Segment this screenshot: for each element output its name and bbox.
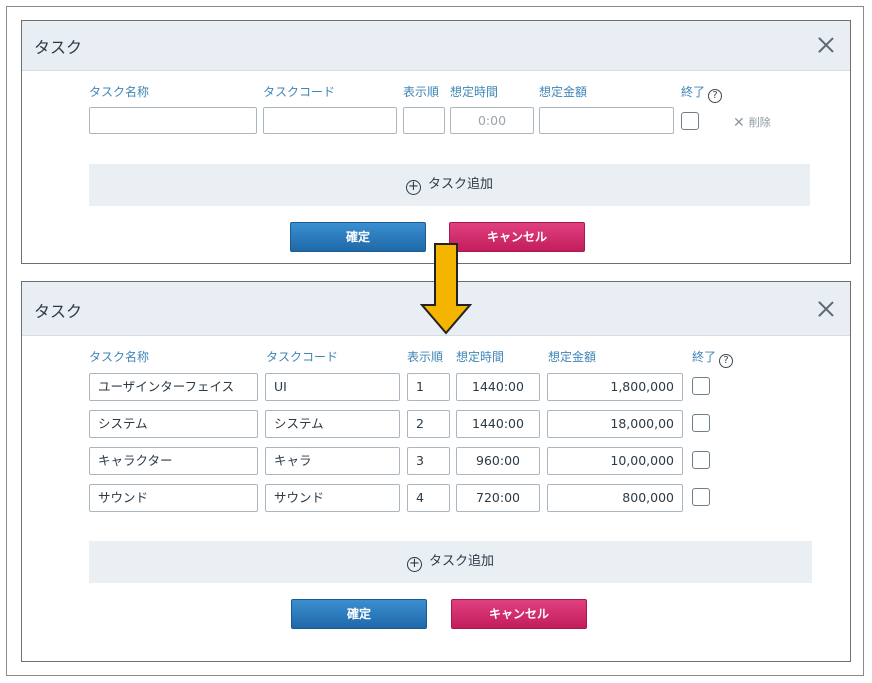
- task-code-input[interactable]: UI: [265, 373, 400, 401]
- column-header-done-label: 終了: [681, 85, 706, 99]
- estimated-amount-input[interactable]: 800,000: [547, 484, 683, 512]
- column-header-time: 想定時間: [450, 85, 499, 99]
- add-task-label: タスク追加: [427, 177, 493, 192]
- column-header-done: 終了?: [692, 348, 734, 368]
- column-header-time: 想定時間: [456, 350, 505, 364]
- task-dialog-before: タスク タスク名称 タスクコード 表示順 想定時間 想定金額 終了? 0:00 …: [21, 20, 851, 264]
- column-header-order: 表示順: [403, 85, 440, 99]
- close-icon[interactable]: [818, 301, 834, 317]
- column-header-code: タスクコード: [266, 350, 339, 364]
- estimated-amount-input[interactable]: 10,00,000: [547, 447, 683, 475]
- delete-button[interactable]: ✕ 削除: [733, 114, 771, 131]
- display-order-input[interactable]: 2: [407, 410, 450, 438]
- estimated-amount-input[interactable]: 1,800,000: [547, 373, 683, 401]
- estimated-time-input[interactable]: 1440:00: [456, 373, 540, 401]
- plus-circle-icon: +: [405, 180, 421, 195]
- close-icon[interactable]: [818, 37, 834, 53]
- column-header-name: タスク名称: [89, 85, 150, 99]
- column-header-code: タスクコード: [263, 85, 336, 99]
- task-name-input[interactable]: [89, 107, 257, 134]
- add-task-button[interactable]: + タスク追加: [89, 541, 812, 583]
- task-code-input[interactable]: サウンド: [265, 484, 400, 512]
- done-checkbox[interactable]: [692, 488, 710, 506]
- column-header-amount: 想定金額: [548, 350, 597, 364]
- column-header-amount: 想定金額: [539, 85, 588, 99]
- confirm-button[interactable]: 確定: [291, 599, 427, 629]
- task-code-input[interactable]: [263, 107, 397, 134]
- display-order-input[interactable]: 4: [407, 484, 450, 512]
- display-order-input[interactable]: 3: [407, 447, 450, 475]
- add-task-label: タスク追加: [428, 554, 494, 569]
- estimated-amount-input[interactable]: [539, 107, 674, 134]
- column-header-name: タスク名称: [89, 350, 150, 364]
- down-arrow-icon: [420, 243, 472, 335]
- confirm-button[interactable]: 確定: [290, 222, 426, 252]
- cancel-button[interactable]: キャンセル: [451, 599, 587, 629]
- x-icon: ✕: [733, 115, 745, 131]
- estimated-time-input[interactable]: 1440:00: [456, 410, 540, 438]
- display-order-input[interactable]: [403, 107, 445, 134]
- task-name-input[interactable]: ユーザインターフェイス: [89, 373, 258, 401]
- delete-label: 削除: [748, 116, 771, 129]
- task-name-input[interactable]: キャラクター: [89, 447, 258, 475]
- add-task-button[interactable]: + タスク追加: [89, 164, 810, 206]
- task-code-input[interactable]: キャラ: [265, 447, 400, 475]
- task-code-input[interactable]: システム: [265, 410, 400, 438]
- column-header-done-label: 終了: [692, 350, 717, 364]
- dialog-title: タスク: [34, 302, 83, 321]
- estimated-time-input[interactable]: 720:00: [456, 484, 540, 512]
- column-header-done: 終了?: [681, 83, 723, 103]
- done-checkbox[interactable]: [681, 112, 699, 130]
- done-checkbox[interactable]: [692, 451, 710, 469]
- task-dialog-after: タスク タスク名称 タスクコード 表示順 想定時間 想定金額 終了? ユーザイン…: [21, 281, 851, 662]
- help-icon[interactable]: ?: [708, 89, 723, 103]
- done-checkbox[interactable]: [692, 377, 710, 395]
- plus-circle-icon: +: [406, 557, 422, 572]
- task-name-input[interactable]: サウンド: [89, 484, 258, 512]
- help-icon[interactable]: ?: [719, 354, 734, 368]
- task-name-input[interactable]: システム: [89, 410, 258, 438]
- estimated-amount-input[interactable]: 18,000,00: [547, 410, 683, 438]
- dialog-header: タスク: [22, 21, 850, 71]
- done-checkbox[interactable]: [692, 414, 710, 432]
- display-order-input[interactable]: 1: [407, 373, 450, 401]
- estimated-time-input[interactable]: 0:00: [450, 107, 534, 134]
- estimated-time-input[interactable]: 960:00: [456, 447, 540, 475]
- dialog-title: タスク: [34, 38, 83, 57]
- column-header-order: 表示順: [407, 350, 444, 364]
